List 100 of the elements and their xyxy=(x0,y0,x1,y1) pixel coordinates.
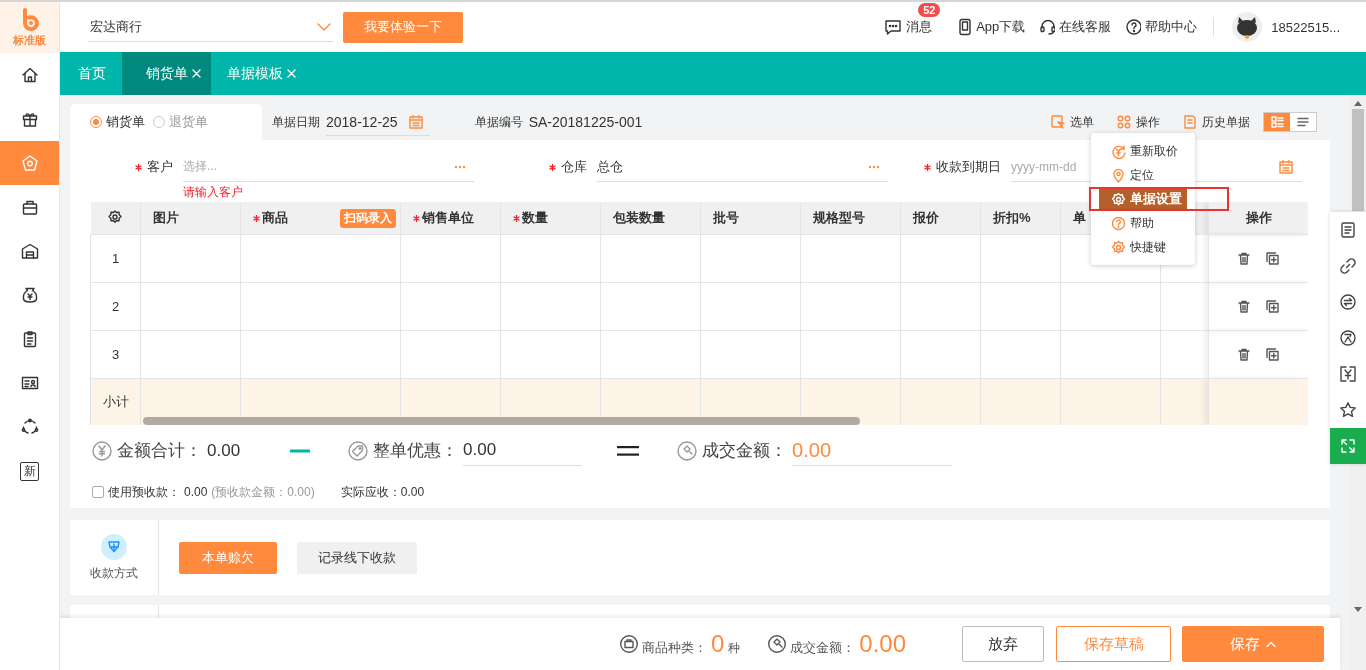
row-number: 2 xyxy=(111,299,120,314)
column-header: 图片 xyxy=(153,209,179,227)
chevron-down-icon xyxy=(317,22,331,31)
copy-add-icon[interactable] xyxy=(1266,348,1279,361)
payment-label: 收款方式 xyxy=(90,565,138,582)
list-view-icon xyxy=(1296,115,1310,129)
payment-option[interactable]: 记录线下收款 xyxy=(297,541,417,574)
date-label: 单据日期 xyxy=(272,113,320,131)
card-view-icon xyxy=(1270,115,1284,129)
minus-icon xyxy=(290,448,311,453)
column-header: 包装数量 xyxy=(613,209,665,227)
header-link[interactable]: 帮助中心 xyxy=(1145,18,1198,36)
header-link[interactable]: App下载 xyxy=(976,18,1026,36)
kinds-label: 商品种类： xyxy=(641,639,707,657)
column-header: 操作 xyxy=(1245,210,1272,225)
tab[interactable]: 销货单 xyxy=(122,52,211,95)
toolbar-link[interactable]: 历史单据 xyxy=(1202,113,1250,131)
picker-field[interactable]: 总仓 xyxy=(597,152,888,182)
home-icon xyxy=(20,66,39,84)
total-label: 金额合计： xyxy=(117,440,202,462)
field-label: 仓库 xyxy=(561,158,587,176)
settings-icon[interactable] xyxy=(108,209,123,224)
headset-icon xyxy=(1039,18,1056,36)
copy-add-icon[interactable] xyxy=(1266,300,1279,313)
checkbox[interactable] xyxy=(92,486,104,498)
warehouse-icon xyxy=(20,242,39,260)
kinds-unit: 种 xyxy=(728,640,741,657)
prepay-label: 使用预收款： xyxy=(108,483,180,501)
discard-button[interactable]: 放弃 xyxy=(962,626,1044,662)
discount-label: 整单优惠： xyxy=(373,440,459,462)
tag-icon xyxy=(348,440,369,461)
row-number: 3 xyxy=(111,347,120,362)
column-header: 数量 xyxy=(522,209,548,227)
note-icon xyxy=(1339,221,1357,239)
cycle-icon xyxy=(20,418,39,436)
column-header: 规格型号 xyxy=(813,209,865,227)
user-name[interactable]: 18522515... xyxy=(1271,19,1340,35)
radio-option[interactable]: 销货单 xyxy=(90,113,145,131)
deal-label: 成交金额： xyxy=(702,440,788,462)
chat-icon[interactable] xyxy=(884,18,903,36)
star-icon xyxy=(1339,401,1357,419)
scroll-down-icon[interactable] xyxy=(1354,607,1362,612)
edition-label: 标准版 xyxy=(13,32,46,48)
menu-item[interactable]: 重新取价 xyxy=(1099,139,1187,163)
toolbar-link[interactable]: 操作 xyxy=(1136,113,1160,131)
view-toggle[interactable] xyxy=(1290,113,1316,131)
yen-icon xyxy=(92,440,112,461)
field-label: 客户 xyxy=(147,158,173,176)
trash-icon[interactable] xyxy=(1238,300,1250,313)
settings-icon xyxy=(1111,191,1126,207)
column-header: 商品 xyxy=(262,209,288,227)
column-header: 销售单位 xyxy=(422,209,474,227)
menu-item[interactable]: 帮助 xyxy=(1099,211,1187,235)
amount-value: 0.00 xyxy=(859,631,906,657)
menu-item[interactable]: 定位 xyxy=(1099,163,1187,187)
new-icon: 新 xyxy=(20,461,39,481)
yen-refresh-icon xyxy=(1111,143,1126,159)
scrollbar-thumb[interactable] xyxy=(1352,109,1364,211)
prepay-value: 0.00 xyxy=(184,485,208,499)
scrollbar-thumb[interactable] xyxy=(143,417,860,425)
date-field[interactable]: 2018-12-25 xyxy=(326,108,430,136)
exchange-icon xyxy=(1339,293,1357,311)
toolbar-link[interactable]: 选单 xyxy=(1070,113,1094,131)
row-number: 1 xyxy=(111,251,120,266)
calendar-icon xyxy=(407,113,424,130)
bag-icon xyxy=(619,635,638,653)
hammer-icon xyxy=(768,635,787,653)
column-header: 批号 xyxy=(713,209,739,227)
column-header: 折扣% xyxy=(993,209,1031,227)
sidebar-item[interactable]: 新 xyxy=(0,449,59,493)
subtotal-label: 小计 xyxy=(102,394,129,409)
trash-icon[interactable] xyxy=(1238,252,1250,265)
messages-link[interactable]: 消息 xyxy=(906,18,933,36)
discount-field[interactable]: 0.00 xyxy=(463,435,583,466)
amount-label: 成交金额： xyxy=(790,639,856,657)
close-icon[interactable] xyxy=(287,69,296,78)
menu-item[interactable]: 快捷键 xyxy=(1099,235,1187,259)
prepay-note: (预收款金额：0.00) xyxy=(211,483,315,501)
company-select[interactable]: 宏达商行 xyxy=(88,12,333,42)
pentagon-icon xyxy=(20,154,39,172)
kinds-count: 0 xyxy=(710,631,725,657)
column-header: 报价 xyxy=(913,209,939,227)
help-icon xyxy=(1111,215,1126,231)
actual-receivable: 实际应收：0.00 xyxy=(340,483,425,501)
yen-frame-icon xyxy=(1339,365,1357,383)
copy-add-icon[interactable] xyxy=(1266,252,1279,265)
id-card-icon xyxy=(20,374,39,392)
total-value: 0.00 xyxy=(207,440,241,461)
header-link[interactable]: 在线客服 xyxy=(1059,18,1112,36)
column-header: 单 xyxy=(1073,209,1086,227)
scroll-up-icon[interactable] xyxy=(1354,101,1362,106)
avatar-icon[interactable] xyxy=(1232,12,1263,42)
hammer-icon xyxy=(677,440,698,461)
payment-icon xyxy=(100,533,128,561)
chevron-up-icon xyxy=(1266,641,1276,647)
expand-icon xyxy=(1339,437,1357,455)
trash-icon[interactable] xyxy=(1238,348,1250,361)
location-icon xyxy=(1111,167,1126,183)
close-icon[interactable] xyxy=(192,69,201,78)
view-toggle[interactable] xyxy=(1264,113,1290,131)
